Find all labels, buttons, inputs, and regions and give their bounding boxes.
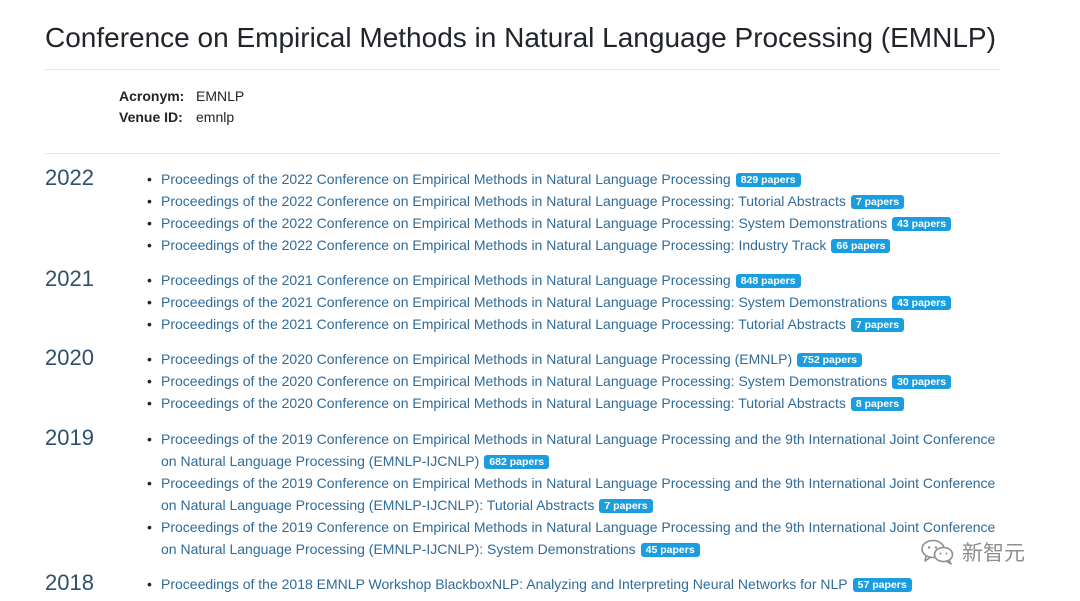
bullet: • — [147, 193, 152, 209]
bullet: • — [147, 171, 152, 187]
venue-id-label: Venue ID: — [119, 109, 183, 125]
bullet: • — [147, 373, 152, 389]
watermark-text: 新智元 — [962, 542, 1025, 565]
year-heading: 2022 — [45, 165, 94, 190]
publication-item: • Proceedings of the 2018 EMNLP Workshop … — [147, 573, 999, 595]
publication-link[interactable]: Proceedings of the 2022 Conference on Em… — [161, 171, 731, 187]
watermark: 新智元 — [920, 537, 1025, 567]
publication-link[interactable]: Proceedings of the 2019 Conference on Em… — [161, 475, 995, 513]
publication-link[interactable]: Proceedings of the 2021 Conference on Em… — [161, 294, 887, 310]
paper-count-badge: 7 papers — [850, 318, 905, 332]
title-divider — [45, 69, 1000, 70]
bullet: • — [147, 316, 152, 332]
paper-count-badge: 829 papers — [735, 173, 801, 187]
paper-count-badge: 8 papers — [850, 397, 905, 411]
publication-item: • Proceedings of the 2021 Conference on E… — [147, 269, 999, 291]
bullet: • — [147, 519, 152, 535]
bullet: • — [147, 294, 152, 310]
wechat-icon — [921, 539, 954, 565]
paper-count-badge: 57 papers — [852, 578, 912, 592]
paper-count-badge: 66 papers — [831, 239, 891, 253]
publication-link[interactable]: Proceedings of the 2021 Conference on Em… — [161, 272, 731, 288]
paper-count-badge: 30 papers — [892, 375, 952, 389]
publication-item: • Proceedings of the 2022 Conference on E… — [147, 212, 999, 234]
publication-item: • Proceedings of the 2021 Conference on E… — [147, 313, 999, 335]
acronym-value: EMNLP — [196, 88, 245, 104]
bullet: • — [147, 351, 152, 367]
bullet: • — [147, 576, 152, 592]
paper-count-badge: 7 papers — [599, 499, 653, 513]
paper-count-badge: 7 papers — [850, 195, 905, 209]
venue-id-value: emnlp — [196, 109, 235, 125]
publication-link[interactable]: Proceedings of the 2019 Conference on Em… — [161, 519, 995, 557]
bullet: • — [147, 272, 152, 288]
publication-list: • Proceedings of the 2022 Conference on E… — [147, 168, 999, 256]
bullet: • — [147, 215, 152, 231]
publication-item: • Proceedings of the 2020 Conference on E… — [147, 370, 999, 392]
publication-item: • Proceedings of the 2019 Conference on E… — [147, 472, 999, 516]
publication-link[interactable]: Proceedings of the 2022 Conference on Em… — [161, 193, 846, 209]
publication-link[interactable]: Proceedings of the 2021 Conference on Em… — [161, 316, 846, 332]
publication-list: • Proceedings of the 2021 Conference on E… — [147, 269, 999, 335]
page-title: Conference on Empirical Methods in Natur… — [45, 22, 996, 53]
paper-count-badge: 43 papers — [892, 217, 952, 231]
year-heading: 2018 — [45, 570, 94, 595]
paper-count-badge: 752 papers — [797, 353, 863, 367]
venue-id-row: Venue ID: emnlp — [119, 107, 244, 128]
year-heading: 2019 — [45, 425, 94, 450]
publication-item: • Proceedings of the 2021 Conference on E… — [147, 291, 999, 313]
bullet: • — [147, 237, 152, 253]
publication-item: • Proceedings of the 2019 Conference on E… — [147, 516, 999, 560]
year-heading: 2020 — [45, 345, 94, 370]
paper-count-badge: 45 papers — [640, 543, 700, 557]
publication-link[interactable]: Proceedings of the 2020 Conference on Em… — [161, 395, 846, 411]
publication-list: • Proceedings of the 2020 Conference on E… — [147, 348, 999, 414]
bullet: • — [147, 431, 152, 447]
venue-page: Conference on Empirical Methods in Natur… — [0, 0, 1080, 601]
year-heading: 2021 — [45, 266, 94, 291]
paper-count-badge: 848 papers — [735, 274, 801, 288]
acronym-label: Acronym: — [119, 88, 185, 104]
publication-list: • Proceedings of the 2019 Conference on E… — [147, 428, 999, 560]
paper-count-badge: 43 papers — [892, 296, 952, 310]
publication-link[interactable]: Proceedings of the 2022 Conference on Em… — [161, 215, 887, 231]
acronym-row: Acronym: EMNLP — [119, 86, 244, 107]
meta-divider — [45, 153, 1000, 154]
publication-item: • Proceedings of the 2020 Conference on E… — [147, 392, 999, 414]
bullet: • — [147, 475, 152, 491]
publication-item: • Proceedings of the 2022 Conference on E… — [147, 168, 999, 190]
publication-list: • Proceedings of the 2018 EMNLP Workshop … — [147, 573, 999, 595]
publication-item: • Proceedings of the 2022 Conference on E… — [147, 234, 999, 256]
publication-link[interactable]: Proceedings of the 2020 Conference on Em… — [161, 351, 792, 367]
publication-link[interactable]: Proceedings of the 2020 Conference on Em… — [161, 373, 887, 389]
publication-item: • Proceedings of the 2019 Conference on E… — [147, 428, 999, 472]
publication-item: • Proceedings of the 2020 Conference on E… — [147, 348, 999, 370]
publication-link[interactable]: Proceedings of the 2022 Conference on Em… — [161, 237, 826, 253]
paper-count-badge: 682 papers — [484, 455, 550, 469]
publication-link[interactable]: Proceedings of the 2019 Conference on Em… — [161, 431, 995, 469]
publication-link[interactable]: Proceedings of the 2018 EMNLP Workshop B… — [161, 576, 848, 592]
bullet: • — [147, 395, 152, 411]
publication-item: • Proceedings of the 2022 Conference on E… — [147, 190, 999, 212]
venue-meta: Acronym: EMNLP Venue ID: emnlp — [119, 86, 244, 128]
